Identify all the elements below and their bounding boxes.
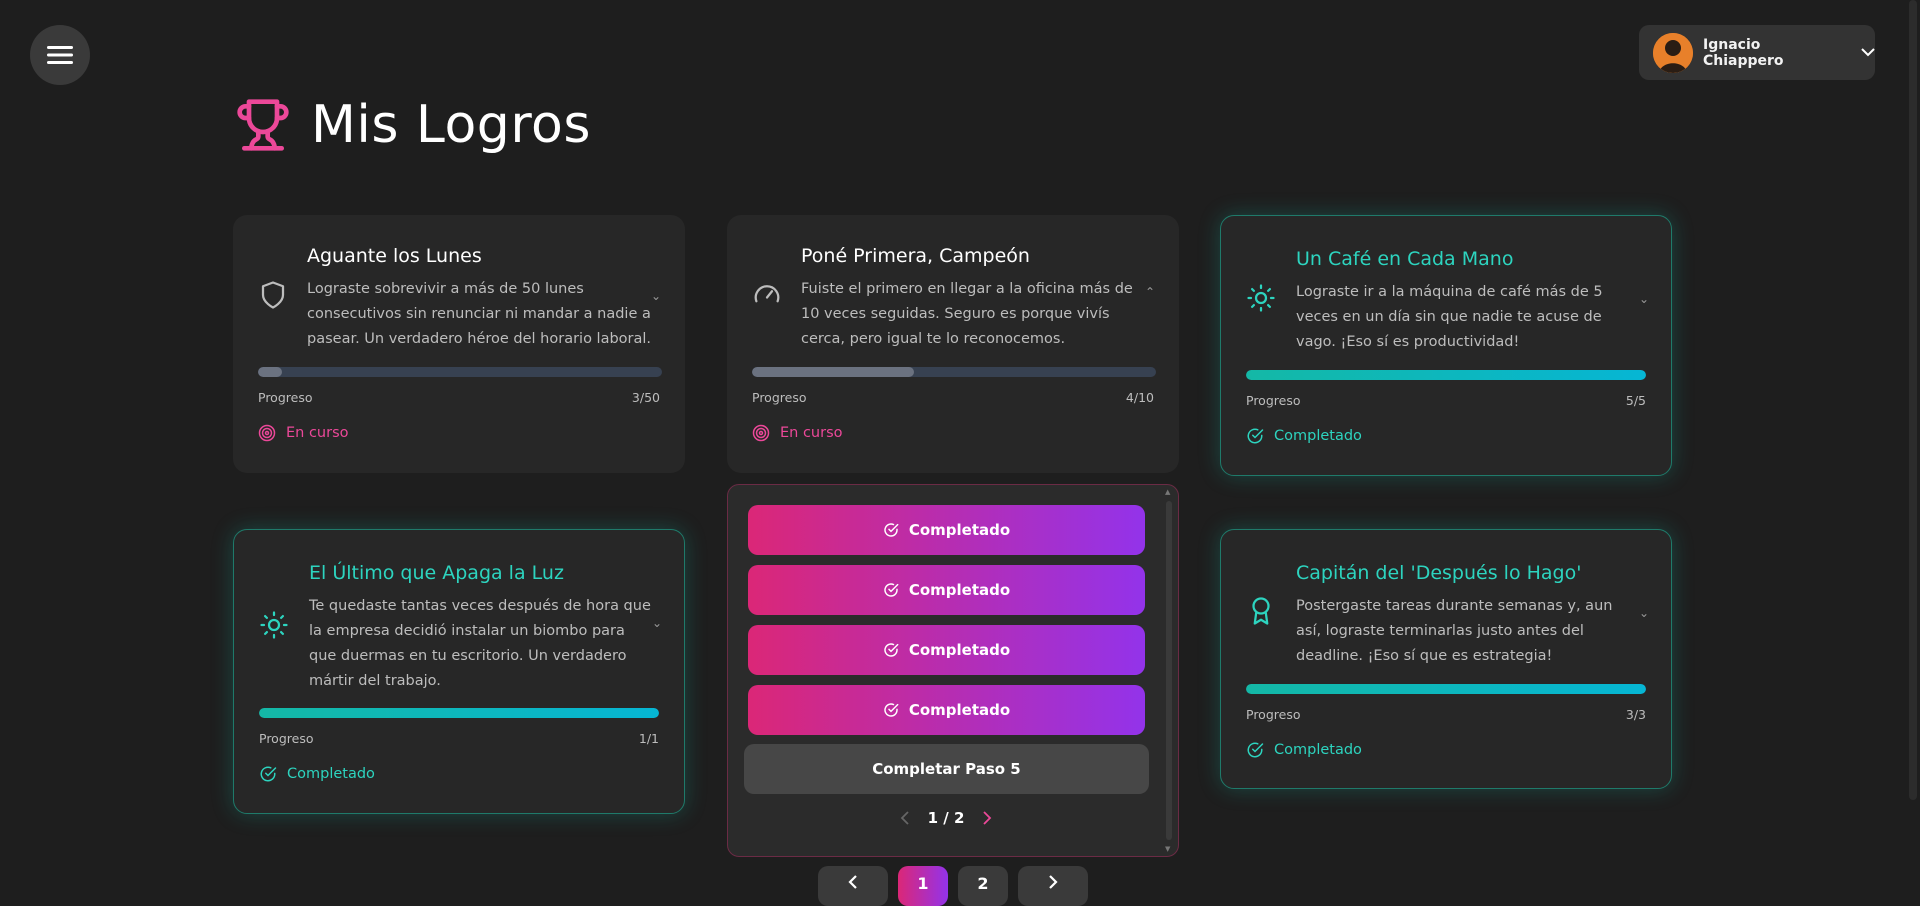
progress-count: 3/3 — [1625, 707, 1646, 722]
steps-page-indicator: 1 / 2 — [927, 809, 965, 827]
status-text: Completado — [1274, 428, 1362, 444]
step-label: Completado — [908, 701, 1011, 719]
progress-bar — [1246, 684, 1646, 694]
achievement-description: Lograste ir a la máquina de café más de … — [1296, 284, 1603, 350]
progress-count: 5/5 — [1625, 393, 1646, 408]
status-badge: Completado — [259, 765, 375, 783]
pagination-next-button[interactable] — [1018, 866, 1088, 906]
status-badge: En curso — [258, 424, 349, 442]
step-label: Completado — [908, 521, 1011, 539]
achievement-description: Postergaste tareas durante semanas y, au… — [1296, 598, 1613, 664]
chevron-up-icon[interactable]: ⌃ — [1145, 285, 1155, 299]
step-completed-button[interactable]: Completado — [748, 505, 1145, 555]
status-text: Completado — [287, 766, 375, 782]
achievement-description: Lograste sobrevivir a más de 50 lunes co… — [307, 281, 652, 347]
user-menu[interactable]: Ignacio Chiappero — [1639, 25, 1875, 80]
progress-bar — [752, 367, 1156, 377]
achievement-description: Fuiste el primero en llegar a la oficina… — [801, 281, 1133, 347]
shield-icon — [261, 281, 285, 309]
achievement-description: Te quedaste tantas veces después de hora… — [309, 598, 651, 689]
trophy-icon — [237, 99, 289, 151]
page-title: Mis Logros — [311, 95, 591, 155]
chevron-left-icon[interactable] — [900, 811, 910, 825]
step-label: Completado — [908, 641, 1011, 659]
progress-count: 1/1 — [638, 731, 659, 746]
chevron-down-icon[interactable]: ⌄ — [652, 616, 662, 630]
progress-bar — [258, 367, 662, 377]
progress-bar — [259, 708, 659, 718]
step-completed-button[interactable]: Completado — [748, 625, 1145, 675]
page-scrollbar-thumb[interactable] — [1909, 0, 1917, 800]
progress-count: 3/50 — [631, 390, 660, 405]
step-label: Completado — [908, 581, 1011, 599]
achievement-title: Un Café en Cada Mano — [1296, 248, 1514, 270]
complete-step-button[interactable]: Completar Paso 5 — [744, 744, 1149, 794]
check-circle-icon — [884, 703, 899, 717]
pagination-page-1[interactable]: 1 — [898, 866, 948, 906]
achievement-title: Aguante los Lunes — [307, 245, 482, 267]
progress-count: 4/10 — [1125, 390, 1154, 405]
status-badge: En curso — [752, 424, 843, 442]
scrollbar-thumb[interactable] — [1166, 501, 1172, 840]
status-badge: Completado — [1246, 741, 1362, 759]
step-completed-button[interactable]: Completado — [748, 685, 1145, 735]
chevron-down-icon[interactable]: ⌄ — [1639, 292, 1649, 306]
steps-scrollbar[interactable]: ▲ ▼ — [1164, 488, 1174, 853]
progress-bar — [1246, 370, 1646, 380]
award-ribbon-icon — [1252, 597, 1270, 625]
check-circle-icon — [884, 583, 899, 597]
progress-label: Progreso — [1246, 707, 1301, 722]
scroll-up-arrow-icon[interactable]: ▲ — [1165, 488, 1170, 496]
avatar — [1653, 32, 1693, 73]
check-circle-icon — [260, 766, 277, 782]
target-icon — [258, 424, 276, 442]
check-circle-icon — [884, 523, 899, 537]
progress-label: Progreso — [259, 731, 314, 746]
achievement-card[interactable]: Poné Primera, Campeón Fuiste el primero … — [727, 215, 1179, 473]
chevron-down-icon[interactable]: ⌄ — [1639, 606, 1649, 620]
status-text: En curso — [780, 425, 843, 441]
check-circle-icon — [884, 643, 899, 657]
chevron-right-icon[interactable] — [982, 811, 992, 825]
achievement-card[interactable]: Capitán del 'Después lo Hago' Postergast… — [1220, 529, 1672, 789]
achievement-card[interactable]: El Último que Apaga la Luz Te quedaste t… — [233, 529, 685, 814]
achievement-title: Poné Primera, Campeón — [801, 245, 1030, 267]
check-circle-icon — [1247, 428, 1264, 444]
sun-icon — [1247, 284, 1275, 312]
status-text: Completado — [1274, 742, 1362, 758]
page-header: Mis Logros — [235, 95, 591, 155]
chevron-down-icon[interactable]: ⌄ — [651, 289, 661, 303]
speedometer-icon — [754, 285, 780, 303]
menu-button[interactable] — [30, 25, 90, 85]
page-scrollbar[interactable] — [1906, 0, 1920, 888]
progress-label: Progreso — [752, 390, 807, 405]
status-text: En curso — [286, 425, 349, 441]
status-badge: Completado — [1246, 427, 1362, 445]
user-name: Ignacio Chiappero — [1703, 36, 1784, 69]
scroll-down-arrow-icon[interactable]: ▼ — [1165, 845, 1170, 853]
achievement-card[interactable]: Un Café en Cada Mano Lograste ir a la má… — [1220, 215, 1672, 476]
pagination-page-2[interactable]: 2 — [958, 866, 1008, 906]
steps-pager: 1 / 2 — [728, 806, 1164, 830]
pagination-prev-button[interactable] — [818, 866, 888, 906]
achievement-title: El Último que Apaga la Luz — [309, 562, 564, 584]
check-circle-icon — [1247, 742, 1264, 758]
hamburger-icon — [47, 46, 73, 64]
sun-icon — [260, 611, 288, 639]
progress-label: Progreso — [1246, 393, 1301, 408]
chevron-down-icon — [1861, 48, 1875, 57]
steps-panel[interactable]: Completado Completado Completado Complet… — [727, 484, 1179, 857]
step-completed-button[interactable]: Completado — [748, 565, 1145, 615]
achievement-card[interactable]: Aguante los Lunes Lograste sobrevivir a … — [233, 215, 685, 473]
progress-label: Progreso — [258, 390, 313, 405]
achievement-title: Capitán del 'Después lo Hago' — [1296, 562, 1582, 584]
target-icon — [752, 424, 770, 442]
